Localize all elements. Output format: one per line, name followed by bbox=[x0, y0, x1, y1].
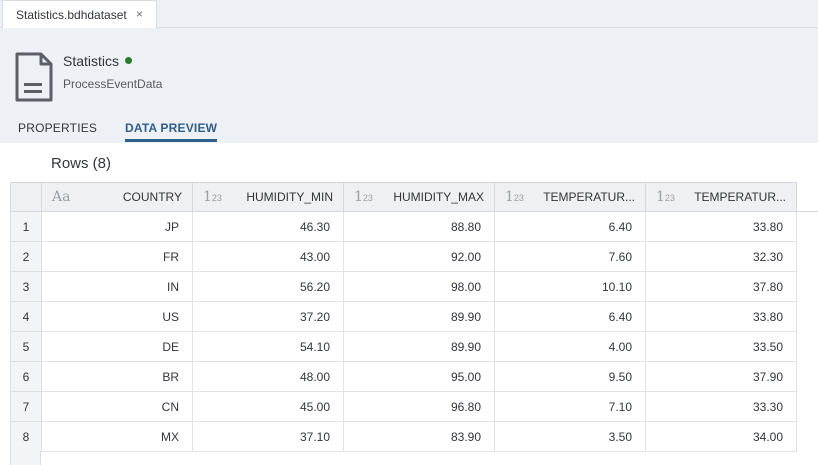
table-body: 1 JP 46.30 88.80 6.40 33.80 2 FR 43.00 92.00 7.60 3… bbox=[10, 211, 797, 452]
table-cell[interactable]: 4.00 bbox=[494, 331, 646, 362]
dataset-header: Statistics ProcessEventData PROPERTIES D… bbox=[0, 28, 818, 143]
row-index: 3 bbox=[10, 271, 42, 302]
table-cell[interactable]: 95.00 bbox=[343, 361, 495, 392]
editor-tab[interactable]: Statistics.bdhdataset × bbox=[2, 0, 157, 28]
table-cell[interactable]: 43.00 bbox=[192, 241, 344, 272]
table-cell[interactable]: 34.00 bbox=[645, 421, 797, 452]
row-index: 4 bbox=[10, 301, 42, 332]
table-row[interactable]: 5 DE 54.10 89.90 4.00 33.50 bbox=[10, 331, 797, 362]
table-cell[interactable]: 7.10 bbox=[494, 391, 646, 422]
table-cell[interactable]: 6.40 bbox=[494, 301, 646, 332]
data-preview-panel: Rows (8) Aa COUNTRY 123 HUMIDITY_MIN 123 HUMI… bbox=[0, 143, 818, 465]
table-cell[interactable]: 96.80 bbox=[343, 391, 495, 422]
document-icon bbox=[15, 52, 53, 102]
row-index: 1 bbox=[10, 211, 42, 242]
string-type-icon: Aa bbox=[52, 189, 71, 205]
editor-tab-bar: Statistics.bdhdataset × bbox=[0, 0, 818, 28]
table-cell[interactable]: 54.10 bbox=[192, 331, 344, 362]
table-row[interactable]: 1 JP 46.30 88.80 6.40 33.80 bbox=[10, 211, 797, 242]
table-header-row: Aa COUNTRY 123 HUMIDITY_MIN 123 HUMIDITY_MAX 1… bbox=[10, 182, 797, 212]
active-tab-indicator bbox=[125, 139, 217, 142]
page-title-text: Statistics bbox=[63, 53, 120, 69]
table-cell[interactable]: 45.00 bbox=[192, 391, 344, 422]
table-cell[interactable]: 89.90 bbox=[343, 331, 495, 362]
table-cell[interactable]: 89.90 bbox=[343, 301, 495, 332]
row-index: 2 bbox=[10, 241, 42, 272]
data-preview-table: Aa COUNTRY 123 HUMIDITY_MIN 123 HUMIDITY_MAX 1… bbox=[10, 182, 797, 452]
table-cell[interactable]: FR bbox=[41, 241, 193, 272]
table-row[interactable]: 4 US 37.20 89.90 6.40 33.80 bbox=[10, 301, 797, 332]
table-cell[interactable]: 10.10 bbox=[494, 271, 646, 302]
column-header-label: HUMIDITY_MIN bbox=[246, 190, 333, 204]
table-cell[interactable]: 83.90 bbox=[343, 421, 495, 452]
number-type-icon: 123 bbox=[203, 189, 222, 205]
table-cell[interactable]: 33.80 bbox=[645, 211, 797, 242]
row-count-label: Rows (8) bbox=[51, 155, 112, 172]
table-cell[interactable]: DE bbox=[41, 331, 193, 362]
table-row[interactable]: 2 FR 43.00 92.00 7.60 32.30 bbox=[10, 241, 797, 272]
table-cell[interactable]: 37.90 bbox=[645, 361, 797, 392]
column-header-label: HUMIDITY_MAX bbox=[393, 190, 484, 204]
table-cell[interactable]: 88.80 bbox=[343, 211, 495, 242]
row-index: 8 bbox=[10, 421, 42, 452]
column-header-4[interactable]: 123 TEMPERATUR... bbox=[494, 182, 646, 212]
table-cell[interactable]: 46.30 bbox=[192, 211, 344, 242]
page-title: Statistics bbox=[63, 53, 133, 69]
table-cell[interactable]: 98.00 bbox=[343, 271, 495, 302]
table-cell[interactable]: 6.40 bbox=[494, 211, 646, 242]
number-type-icon: 123 bbox=[354, 189, 373, 205]
tab-data-preview[interactable]: DATA PREVIEW bbox=[125, 121, 217, 135]
column-header-label: COUNTRY bbox=[122, 190, 182, 204]
table-cell[interactable]: 33.80 bbox=[645, 301, 797, 332]
row-index-header bbox=[10, 182, 42, 212]
table-cell[interactable]: 37.10 bbox=[192, 421, 344, 452]
table-cell[interactable]: CN bbox=[41, 391, 193, 422]
table-cell[interactable]: 33.30 bbox=[645, 391, 797, 422]
status-dot-icon bbox=[125, 56, 133, 64]
row-index: 7 bbox=[10, 391, 42, 422]
table-cell[interactable]: 7.60 bbox=[494, 241, 646, 272]
row-index: 6 bbox=[10, 361, 42, 392]
editor-tab-title: Statistics.bdhdataset bbox=[16, 7, 127, 22]
column-header-2[interactable]: 123 HUMIDITY_MIN bbox=[192, 182, 344, 212]
table-cell[interactable]: 92.00 bbox=[343, 241, 495, 272]
table-row[interactable]: 8 MX 37.10 83.90 3.50 34.00 bbox=[10, 421, 797, 452]
close-icon[interactable]: × bbox=[136, 7, 143, 21]
table-row[interactable]: 3 IN 56.20 98.00 10.10 37.80 bbox=[10, 271, 797, 302]
table-row[interactable]: 7 CN 45.00 96.80 7.10 33.30 bbox=[10, 391, 797, 422]
table-cell[interactable]: 9.50 bbox=[494, 361, 646, 392]
column-header-5[interactable]: 123 TEMPERATUR... bbox=[645, 182, 797, 212]
table-cell[interactable]: JP bbox=[41, 211, 193, 242]
row-index-gutter bbox=[10, 451, 41, 465]
table-cell[interactable]: 48.00 bbox=[192, 361, 344, 392]
number-type-icon: 123 bbox=[656, 189, 675, 205]
table-cell[interactable]: 33.50 bbox=[645, 331, 797, 362]
page-subtitle: ProcessEventData bbox=[63, 77, 163, 91]
table-row[interactable]: 6 BR 48.00 95.00 9.50 37.90 bbox=[10, 361, 797, 392]
table-cell[interactable]: BR bbox=[41, 361, 193, 392]
table-cell[interactable]: MX bbox=[41, 421, 193, 452]
table-cell[interactable]: 3.50 bbox=[494, 421, 646, 452]
column-header-label: TEMPERATUR... bbox=[543, 190, 635, 204]
column-header-label: TEMPERATUR... bbox=[694, 190, 786, 204]
tab-properties[interactable]: PROPERTIES bbox=[18, 121, 97, 135]
table-cell[interactable]: US bbox=[41, 301, 193, 332]
table-cell[interactable]: 56.20 bbox=[192, 271, 344, 302]
table-cell[interactable]: 32.30 bbox=[645, 241, 797, 272]
table-cell[interactable]: IN bbox=[41, 271, 193, 302]
number-type-icon: 123 bbox=[505, 189, 524, 205]
table-cell[interactable]: 37.20 bbox=[192, 301, 344, 332]
table-cell[interactable]: 37.80 bbox=[645, 271, 797, 302]
row-index: 5 bbox=[10, 331, 42, 362]
column-header-1[interactable]: Aa COUNTRY bbox=[41, 182, 193, 212]
column-header-3[interactable]: 123 HUMIDITY_MAX bbox=[343, 182, 495, 212]
header-divider bbox=[796, 211, 818, 212]
